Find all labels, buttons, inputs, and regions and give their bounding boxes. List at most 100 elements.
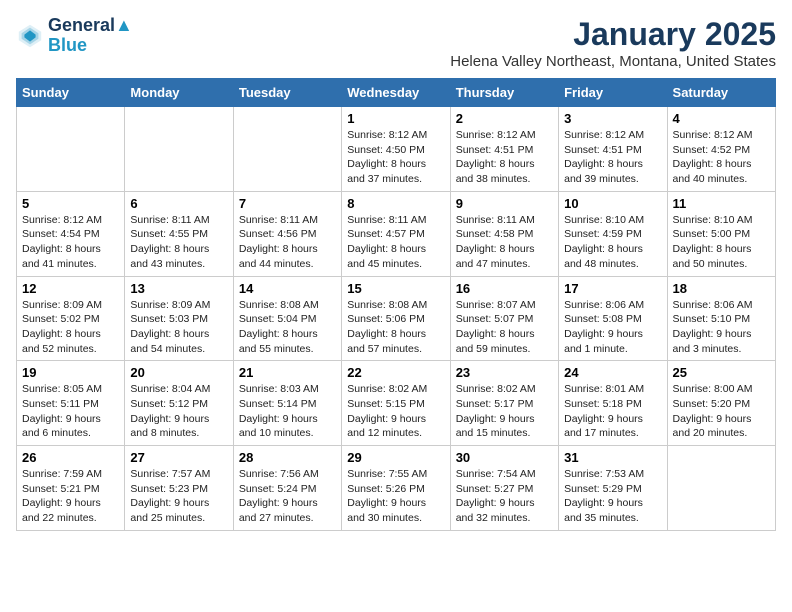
day-number: 9 (456, 196, 553, 211)
day-info: Sunrise: 8:07 AM Sunset: 5:07 PM Dayligh… (456, 298, 553, 357)
day-info: Sunrise: 8:11 AM Sunset: 4:56 PM Dayligh… (239, 213, 336, 272)
week-row-3: 19Sunrise: 8:05 AM Sunset: 5:11 PM Dayli… (17, 361, 776, 446)
day-number: 30 (456, 450, 553, 465)
weekday-header-friday: Friday (559, 79, 667, 107)
calendar-cell: 13 Sunrise: 8:09 AM Sunset: 5:03 PM Dayli… (125, 276, 233, 361)
weekday-header-row: SundayMondayTuesdayWednesdayThursdayFrid… (17, 79, 776, 107)
calendar-cell: 31 Sunrise: 7:53 AM Sunset: 5:29 PM Dayli… (559, 446, 667, 531)
calendar-cell: 5Sunrise: 8:12 AM Sunset: 4:54 PM Daylig… (17, 191, 125, 276)
calendar-cell: 25 Sunrise: 8:00 AM Sunset: 5:20 PM Dayli… (667, 361, 775, 446)
logo: General▲ Blue (16, 16, 133, 56)
calendar-cell: 28 Sunrise: 7:56 AM Sunset: 5:24 PM Dayli… (233, 446, 341, 531)
week-row-2: 12 Sunrise: 8:09 AM Sunset: 5:02 PM Dayli… (17, 276, 776, 361)
day-info: Sunrise: 8:03 AM Sunset: 5:14 PM Dayligh… (239, 382, 336, 441)
day-number: 15 (347, 281, 444, 296)
calendar-cell (233, 107, 341, 192)
day-info: Sunrise: 7:53 AM Sunset: 5:29 PM Dayligh… (564, 467, 661, 526)
day-number: 12 (22, 281, 119, 296)
day-number: 20 (130, 365, 227, 380)
day-number: 14 (239, 281, 336, 296)
day-info: Sunrise: 8:09 AM Sunset: 5:02 PM Dayligh… (22, 298, 119, 357)
day-number: 26 (22, 450, 119, 465)
weekday-header-tuesday: Tuesday (233, 79, 341, 107)
calendar-cell: 19Sunrise: 8:05 AM Sunset: 5:11 PM Dayli… (17, 361, 125, 446)
day-number: 13 (130, 281, 227, 296)
week-row-1: 5Sunrise: 8:12 AM Sunset: 4:54 PM Daylig… (17, 191, 776, 276)
day-number: 29 (347, 450, 444, 465)
month-title: January 2025 (450, 16, 776, 53)
calendar-cell: 27 Sunrise: 7:57 AM Sunset: 5:23 PM Dayli… (125, 446, 233, 531)
day-number: 23 (456, 365, 553, 380)
calendar-cell: 12 Sunrise: 8:09 AM Sunset: 5:02 PM Dayli… (17, 276, 125, 361)
day-info: Sunrise: 8:11 AM Sunset: 4:57 PM Dayligh… (347, 213, 444, 272)
calendar-cell: 26Sunrise: 7:59 AM Sunset: 5:21 PM Dayli… (17, 446, 125, 531)
day-number: 18 (673, 281, 770, 296)
day-info: Sunrise: 8:08 AM Sunset: 5:06 PM Dayligh… (347, 298, 444, 357)
weekday-header-monday: Monday (125, 79, 233, 107)
calendar-cell: 14Sunrise: 8:08 AM Sunset: 5:04 PM Dayli… (233, 276, 341, 361)
day-number: 8 (347, 196, 444, 211)
calendar-cell: 7 Sunrise: 8:11 AM Sunset: 4:56 PM Daylig… (233, 191, 341, 276)
calendar-body: 1Sunrise: 8:12 AM Sunset: 4:50 PM Daylig… (17, 107, 776, 531)
calendar-cell (125, 107, 233, 192)
day-info: Sunrise: 8:10 AM Sunset: 5:00 PM Dayligh… (673, 213, 770, 272)
week-row-0: 1Sunrise: 8:12 AM Sunset: 4:50 PM Daylig… (17, 107, 776, 192)
calendar-cell: 17Sunrise: 8:06 AM Sunset: 5:08 PM Dayli… (559, 276, 667, 361)
day-info: Sunrise: 8:06 AM Sunset: 5:10 PM Dayligh… (673, 298, 770, 357)
day-number: 25 (673, 365, 770, 380)
weekday-header-wednesday: Wednesday (342, 79, 450, 107)
weekday-header-saturday: Saturday (667, 79, 775, 107)
day-info: Sunrise: 8:12 AM Sunset: 4:50 PM Dayligh… (347, 128, 444, 187)
day-number: 6 (130, 196, 227, 211)
day-info: Sunrise: 7:56 AM Sunset: 5:24 PM Dayligh… (239, 467, 336, 526)
day-number: 31 (564, 450, 661, 465)
calendar-cell (667, 446, 775, 531)
day-number: 7 (239, 196, 336, 211)
calendar-table: SundayMondayTuesdayWednesdayThursdayFrid… (16, 78, 776, 531)
calendar-cell: 4 Sunrise: 8:12 AM Sunset: 4:52 PM Daylig… (667, 107, 775, 192)
day-info: Sunrise: 8:00 AM Sunset: 5:20 PM Dayligh… (673, 382, 770, 441)
week-row-4: 26Sunrise: 7:59 AM Sunset: 5:21 PM Dayli… (17, 446, 776, 531)
day-number: 28 (239, 450, 336, 465)
day-info: Sunrise: 8:10 AM Sunset: 4:59 PM Dayligh… (564, 213, 661, 272)
day-info: Sunrise: 8:02 AM Sunset: 5:17 PM Dayligh… (456, 382, 553, 441)
day-info: Sunrise: 8:11 AM Sunset: 4:55 PM Dayligh… (130, 213, 227, 272)
day-info: Sunrise: 8:06 AM Sunset: 5:08 PM Dayligh… (564, 298, 661, 357)
day-info: Sunrise: 8:02 AM Sunset: 5:15 PM Dayligh… (347, 382, 444, 441)
weekday-header-sunday: Sunday (17, 79, 125, 107)
day-number: 5 (22, 196, 119, 211)
calendar-cell: 16Sunrise: 8:07 AM Sunset: 5:07 PM Dayli… (450, 276, 558, 361)
calendar-cell: 15 Sunrise: 8:08 AM Sunset: 5:06 PM Dayli… (342, 276, 450, 361)
logo-text: General▲ Blue (48, 16, 133, 56)
day-info: Sunrise: 8:11 AM Sunset: 4:58 PM Dayligh… (456, 213, 553, 272)
day-info: Sunrise: 8:04 AM Sunset: 5:12 PM Dayligh… (130, 382, 227, 441)
day-number: 3 (564, 111, 661, 126)
day-info: Sunrise: 8:01 AM Sunset: 5:18 PM Dayligh… (564, 382, 661, 441)
calendar-cell: 10Sunrise: 8:10 AM Sunset: 4:59 PM Dayli… (559, 191, 667, 276)
day-number: 11 (673, 196, 770, 211)
calendar-cell: 18 Sunrise: 8:06 AM Sunset: 5:10 PM Dayli… (667, 276, 775, 361)
day-info: Sunrise: 8:12 AM Sunset: 4:51 PM Dayligh… (564, 128, 661, 187)
weekday-header-thursday: Thursday (450, 79, 558, 107)
calendar-cell: 1Sunrise: 8:12 AM Sunset: 4:50 PM Daylig… (342, 107, 450, 192)
day-info: Sunrise: 8:05 AM Sunset: 5:11 PM Dayligh… (22, 382, 119, 441)
day-number: 21 (239, 365, 336, 380)
day-info: Sunrise: 8:12 AM Sunset: 4:52 PM Dayligh… (673, 128, 770, 187)
day-info: Sunrise: 7:57 AM Sunset: 5:23 PM Dayligh… (130, 467, 227, 526)
page-header: General▲ Blue January 2025 Helena Valley… (16, 16, 776, 70)
calendar-cell: 22 Sunrise: 8:02 AM Sunset: 5:15 PM Dayli… (342, 361, 450, 446)
location-title: Helena Valley Northeast, Montana, United… (450, 53, 776, 70)
day-number: 4 (673, 111, 770, 126)
calendar-cell: 8 Sunrise: 8:11 AM Sunset: 4:57 PM Daylig… (342, 191, 450, 276)
calendar-cell: 20 Sunrise: 8:04 AM Sunset: 5:12 PM Dayli… (125, 361, 233, 446)
day-number: 2 (456, 111, 553, 126)
calendar-cell: 11 Sunrise: 8:10 AM Sunset: 5:00 PM Dayli… (667, 191, 775, 276)
calendar-cell: 2 Sunrise: 8:12 AM Sunset: 4:51 PM Daylig… (450, 107, 558, 192)
calendar-cell: 24Sunrise: 8:01 AM Sunset: 5:18 PM Dayli… (559, 361, 667, 446)
day-number: 22 (347, 365, 444, 380)
day-info: Sunrise: 8:09 AM Sunset: 5:03 PM Dayligh… (130, 298, 227, 357)
calendar-cell: 23 Sunrise: 8:02 AM Sunset: 5:17 PM Dayli… (450, 361, 558, 446)
calendar-cell: 6 Sunrise: 8:11 AM Sunset: 4:55 PM Daylig… (125, 191, 233, 276)
day-info: Sunrise: 8:12 AM Sunset: 4:51 PM Dayligh… (456, 128, 553, 187)
day-number: 27 (130, 450, 227, 465)
